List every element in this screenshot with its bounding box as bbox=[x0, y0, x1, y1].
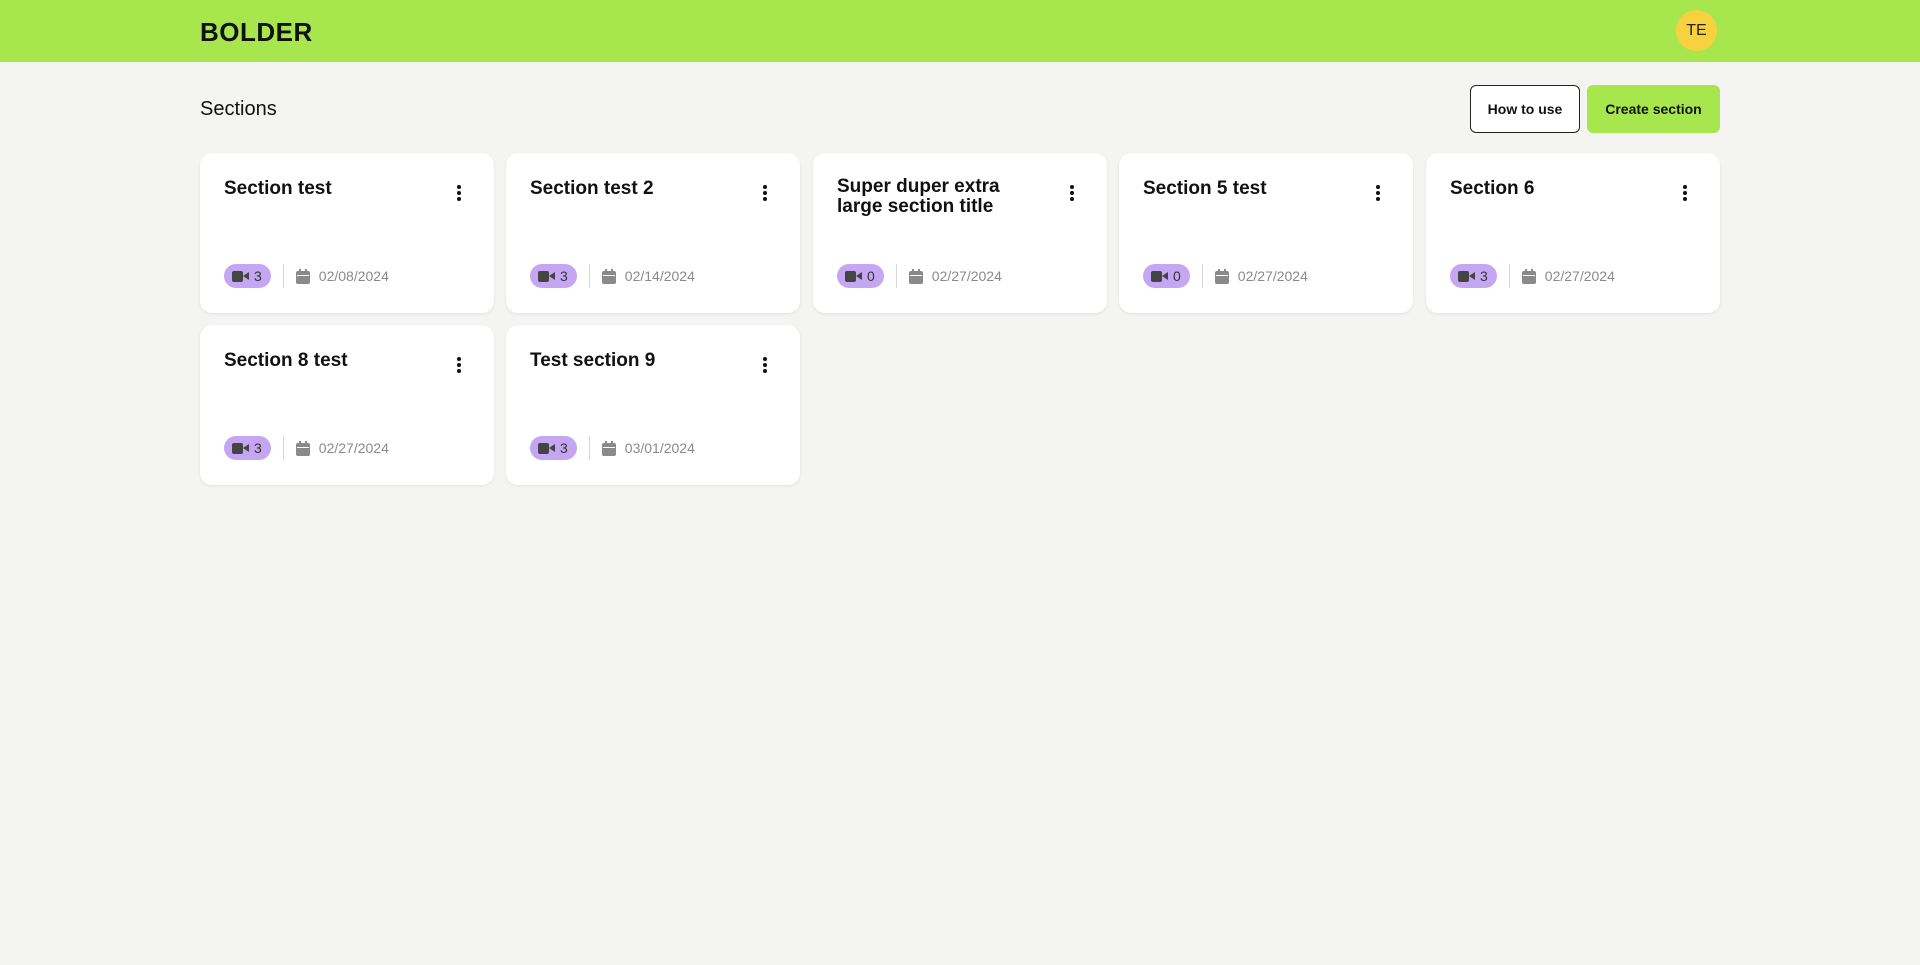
video-count-badge: 3 bbox=[530, 264, 577, 288]
section-title: Section test bbox=[224, 178, 332, 199]
section-card[interactable]: Section 8 test 3 02/27/2024 bbox=[200, 325, 494, 485]
how-to-use-button[interactable]: How to use bbox=[1470, 85, 1580, 133]
section-meta: 3 02/27/2024 bbox=[224, 436, 389, 460]
section-title: Super duper extra large section title bbox=[837, 176, 1000, 217]
section-title: Section 8 test bbox=[224, 350, 348, 371]
section-meta: 0 02/27/2024 bbox=[1143, 264, 1308, 288]
bolder-logo[interactable]: BOLDER bbox=[200, 17, 313, 48]
section-date: 02/14/2024 bbox=[624, 268, 695, 284]
video-camera-icon bbox=[1151, 270, 1168, 282]
section-date: 03/01/2024 bbox=[624, 440, 695, 456]
video-count: 3 bbox=[254, 268, 262, 284]
section-title: Section 6 bbox=[1450, 178, 1535, 199]
calendar-icon bbox=[908, 268, 923, 284]
section-card[interactable]: Section 5 test 0 02/27/2024 bbox=[1119, 153, 1413, 313]
divider bbox=[588, 436, 590, 460]
calendar-icon bbox=[295, 440, 310, 456]
section-meta: 3 02/27/2024 bbox=[1450, 264, 1615, 288]
video-count: 0 bbox=[867, 268, 875, 284]
top-bar: BOLDER TE bbox=[0, 0, 1920, 62]
video-count: 0 bbox=[1173, 268, 1181, 284]
calendar-icon bbox=[1521, 268, 1536, 284]
kebab-menu-icon[interactable] bbox=[456, 357, 462, 373]
video-count-badge: 3 bbox=[224, 264, 271, 288]
video-count: 3 bbox=[560, 268, 568, 284]
section-card[interactable]: Super duper extra large section title 0 … bbox=[813, 153, 1107, 313]
video-count: 3 bbox=[1480, 268, 1488, 284]
section-date: 02/27/2024 bbox=[318, 440, 389, 456]
section-date: 02/27/2024 bbox=[1237, 268, 1308, 284]
kebab-menu-icon[interactable] bbox=[1069, 185, 1075, 201]
user-avatar[interactable]: TE bbox=[1676, 10, 1717, 51]
video-camera-icon bbox=[845, 270, 862, 282]
section-meta: 0 02/27/2024 bbox=[837, 264, 1002, 288]
divider bbox=[1201, 264, 1203, 288]
section-title: Test section 9 bbox=[530, 350, 656, 371]
page-header: Sections How to use Create section bbox=[200, 85, 1720, 133]
section-meta: 3 03/01/2024 bbox=[530, 436, 695, 460]
kebab-menu-icon[interactable] bbox=[1682, 185, 1688, 201]
video-count-badge: 3 bbox=[1450, 264, 1497, 288]
video-camera-icon bbox=[538, 270, 555, 282]
video-camera-icon bbox=[232, 270, 249, 282]
section-meta: 3 02/14/2024 bbox=[530, 264, 695, 288]
section-card[interactable]: Section test 3 02/08/2024 bbox=[200, 153, 494, 313]
section-card[interactable]: Test section 9 3 03/01/2024 bbox=[506, 325, 800, 485]
divider bbox=[588, 264, 590, 288]
video-count: 3 bbox=[560, 440, 568, 456]
section-card[interactable]: Section test 2 3 02/14/2024 bbox=[506, 153, 800, 313]
video-camera-icon bbox=[232, 442, 249, 454]
video-count: 3 bbox=[254, 440, 262, 456]
section-meta: 3 02/08/2024 bbox=[224, 264, 389, 288]
divider bbox=[1508, 264, 1510, 288]
calendar-icon bbox=[1214, 268, 1229, 284]
kebab-menu-icon[interactable] bbox=[456, 185, 462, 201]
kebab-menu-icon[interactable] bbox=[762, 357, 768, 373]
calendar-icon bbox=[295, 268, 310, 284]
video-camera-icon bbox=[538, 442, 555, 454]
divider bbox=[895, 264, 897, 288]
kebab-menu-icon[interactable] bbox=[1375, 185, 1381, 201]
section-title: Section test 2 bbox=[530, 178, 654, 199]
video-count-badge: 3 bbox=[224, 436, 271, 460]
section-date: 02/27/2024 bbox=[1544, 268, 1615, 284]
section-date: 02/08/2024 bbox=[318, 268, 389, 284]
video-count-badge: 0 bbox=[837, 264, 884, 288]
kebab-menu-icon[interactable] bbox=[762, 185, 768, 201]
create-section-button[interactable]: Create section bbox=[1587, 85, 1720, 133]
section-title: Section 5 test bbox=[1143, 178, 1267, 199]
divider bbox=[282, 436, 284, 460]
page-title: Sections bbox=[200, 98, 277, 120]
section-date: 02/27/2024 bbox=[931, 268, 1002, 284]
video-camera-icon bbox=[1458, 270, 1475, 282]
calendar-icon bbox=[601, 268, 616, 284]
section-card[interactable]: Section 6 3 02/27/2024 bbox=[1426, 153, 1720, 313]
video-count-badge: 0 bbox=[1143, 264, 1190, 288]
calendar-icon bbox=[601, 440, 616, 456]
video-count-badge: 3 bbox=[530, 436, 577, 460]
divider bbox=[282, 264, 284, 288]
